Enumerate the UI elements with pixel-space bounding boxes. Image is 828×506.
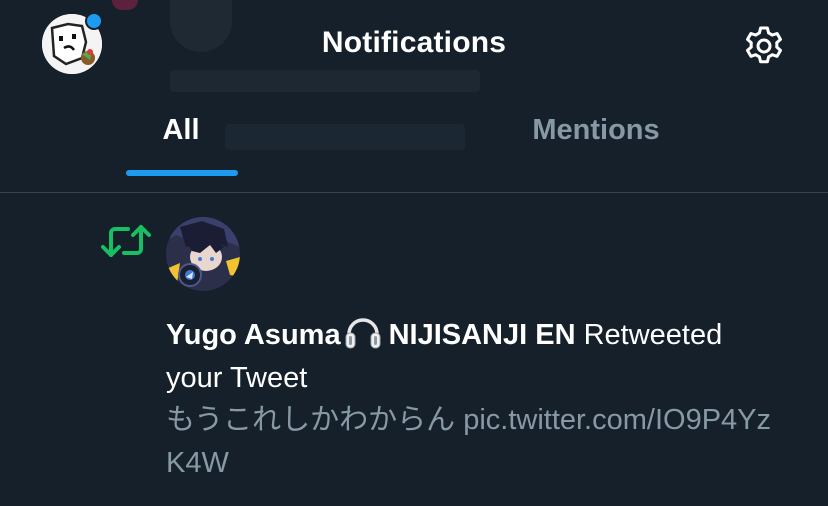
avatar[interactable] (166, 217, 240, 291)
headphones-icon (343, 316, 383, 350)
retweet-icon-graphic (101, 225, 151, 257)
tab-all[interactable]: All (0, 100, 388, 180)
action-text-continued: your Tweet (166, 362, 308, 394)
gear-icon-graphic (746, 26, 782, 64)
gear-icon[interactable] (740, 22, 788, 70)
active-tab-indicator (126, 170, 238, 176)
page-title: Notifications (321, 26, 507, 59)
user-name[interactable]: Yugo Asuma (166, 319, 341, 351)
notification-tabs: All Mentions (0, 100, 828, 180)
action-text: Retweeted (583, 319, 723, 351)
notification-text: Yugo Asuma NIJISANJI EN Retweeted your T… (166, 314, 786, 400)
notification-item[interactable]: Yugo Asuma NIJISANJI EN Retweeted your T… (0, 193, 828, 506)
user-affiliation[interactable]: NIJISANJI EN (389, 319, 576, 351)
tweet-preview-text[interactable]: もうこれしかわからん pic.twitter.com/IO9P4YzK4W (166, 399, 786, 485)
headphones-icon-graphic (345, 318, 381, 349)
avatar-illustration (166, 217, 240, 291)
notifications-header: Notifications All Mentions (0, 0, 828, 193)
tab-mentions[interactable]: Mentions (389, 100, 803, 180)
retweet-icon (100, 221, 152, 261)
